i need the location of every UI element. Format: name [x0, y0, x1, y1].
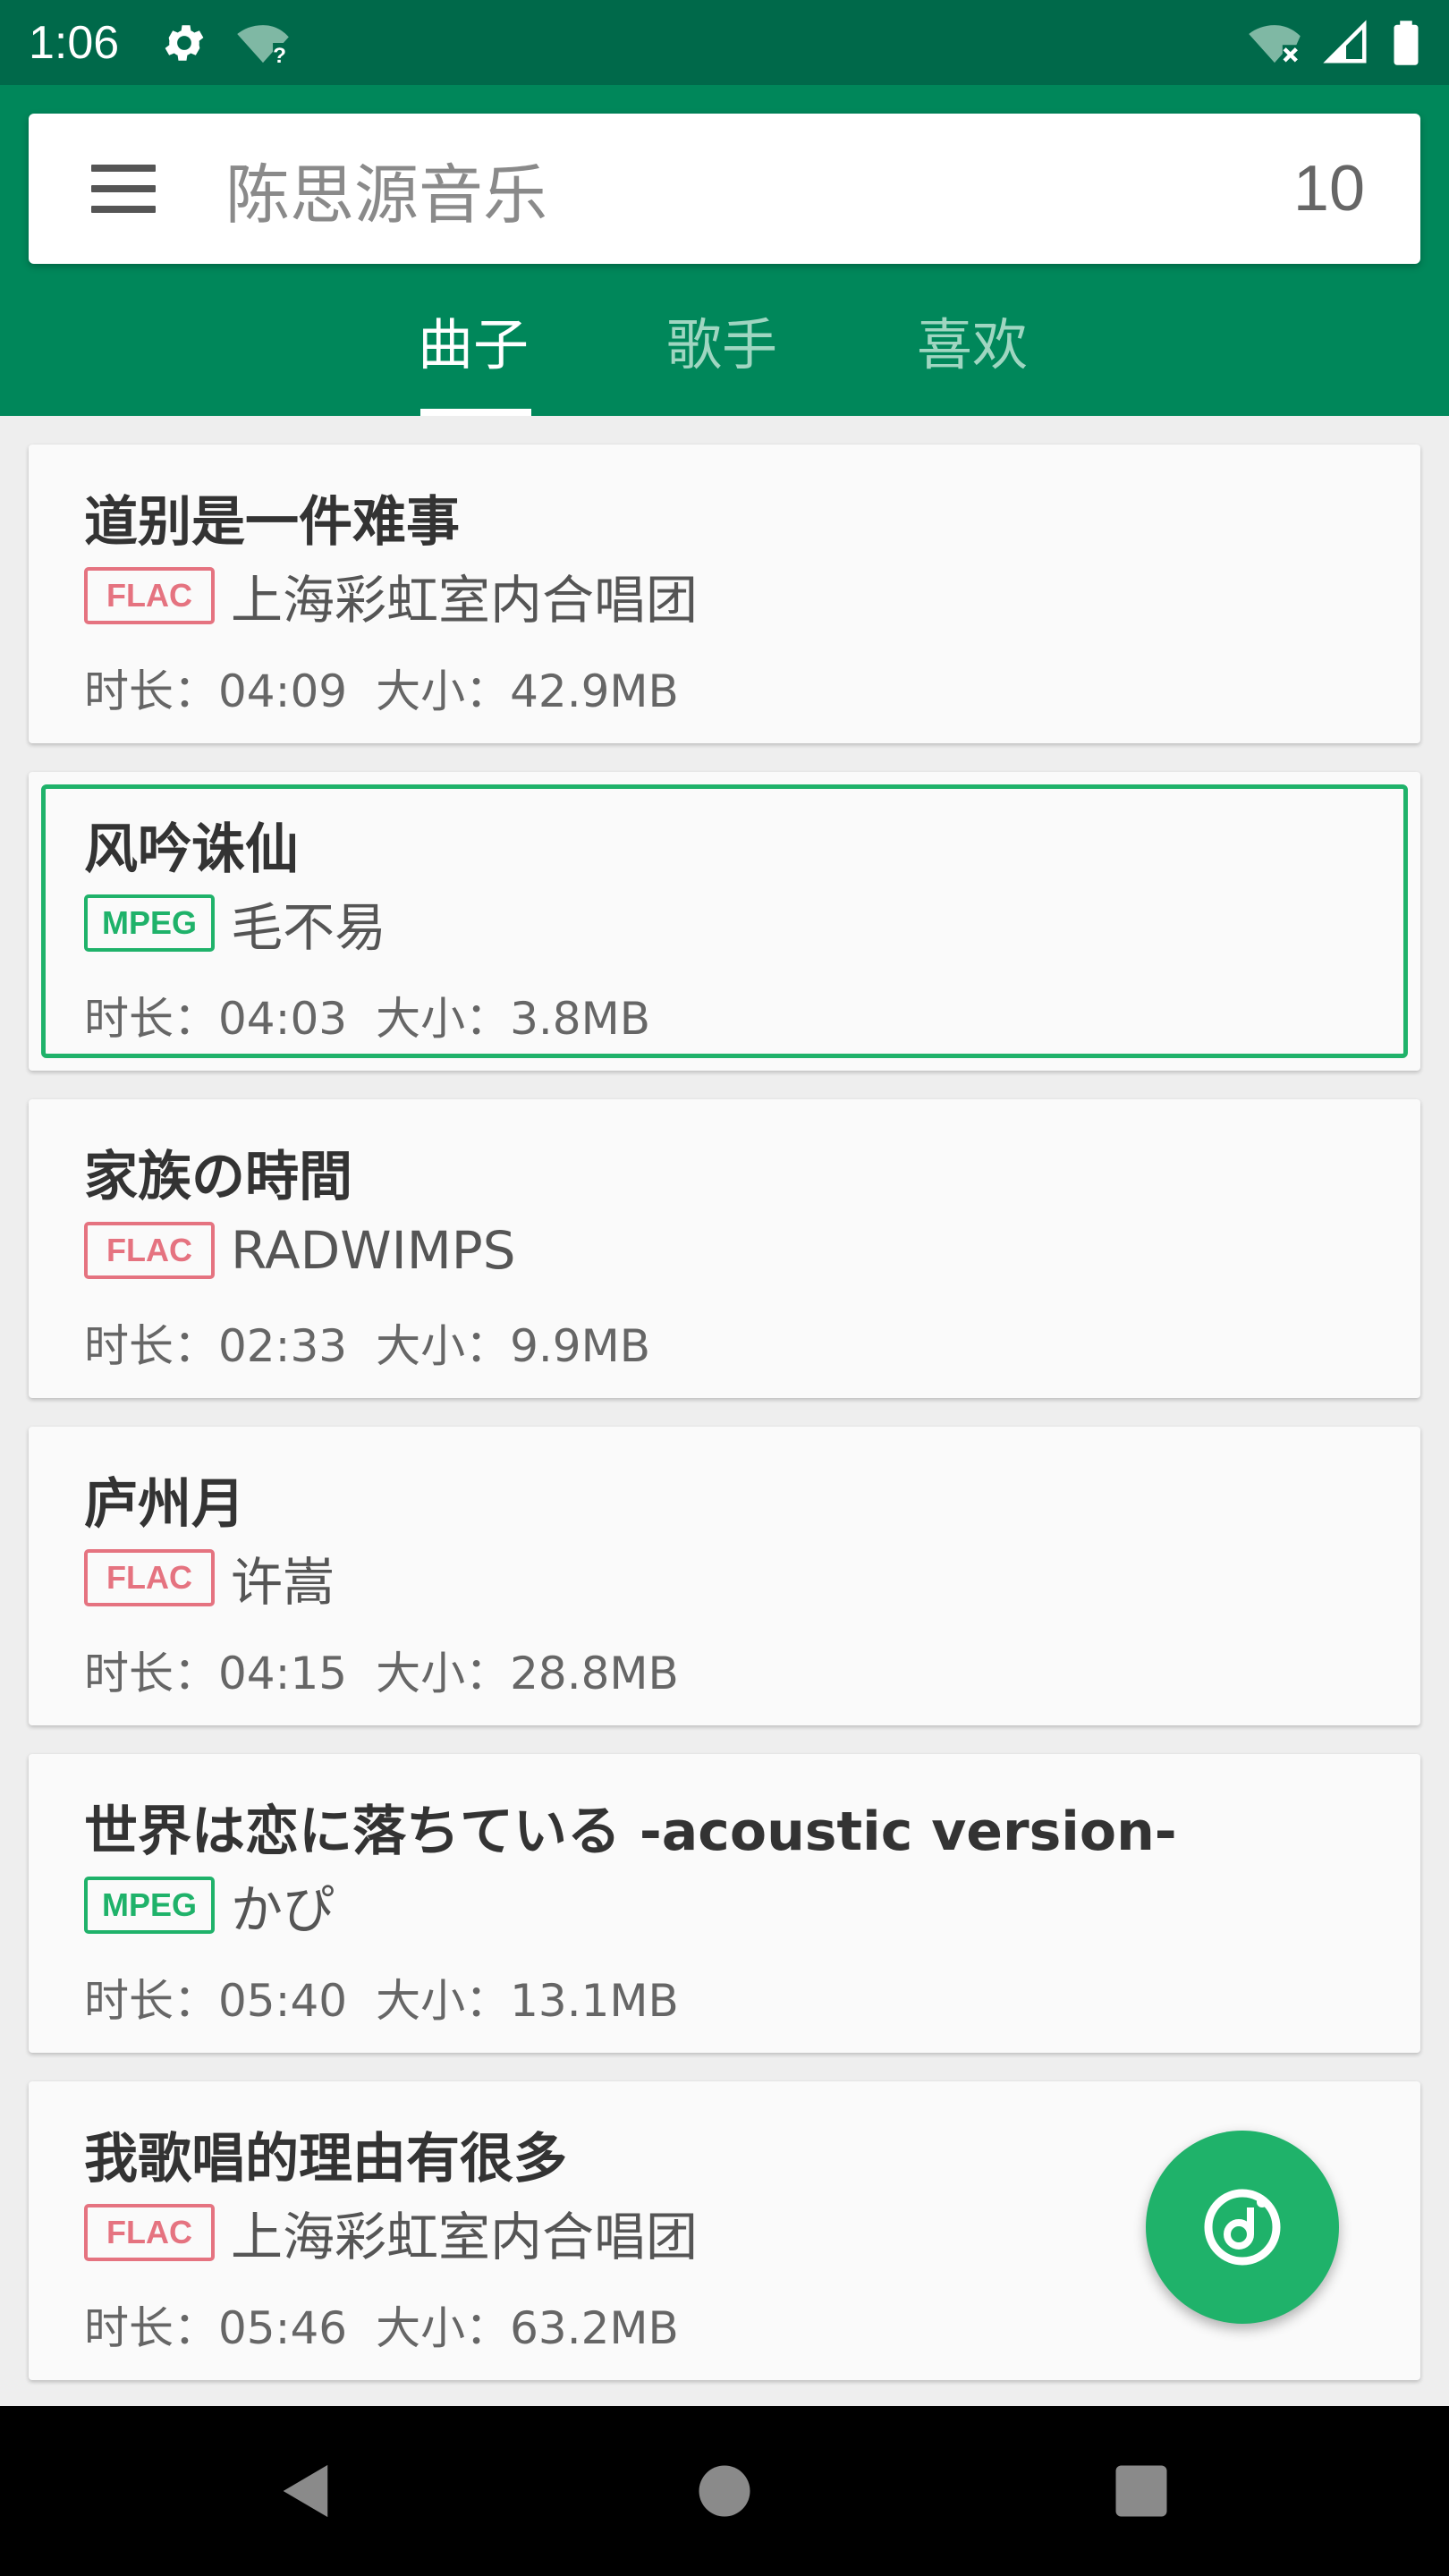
song-card-selected[interactable]: 风吟诛仙 MPEG 毛不易 时长：04:03 大小：3.8MB	[29, 772, 1420, 1071]
song-duration: 时长：04:15	[84, 1648, 348, 1699]
format-badge: FLAC	[84, 1549, 215, 1606]
tab-favorites[interactable]: 喜欢	[916, 264, 1029, 416]
format-badge: MPEG	[84, 894, 216, 952]
song-artist: 上海彩虹室内合唱团	[231, 2207, 699, 2267]
song-card[interactable]: 道别是一件难事 FLAC 上海彩虹室内合唱团 时长：04:09 大小：42.9MB	[29, 445, 1420, 743]
recents-icon[interactable]	[1061, 2406, 1222, 2576]
battery-icon	[1394, 20, 1419, 65]
song-artist: かぴ	[231, 1879, 335, 1940]
song-duration: 时长：05:46	[84, 2302, 348, 2354]
song-size: 大小：3.8MB	[376, 993, 651, 1045]
song-card[interactable]: 庐州月 FLAC 许嵩 时长：04:15 大小：28.8MB	[29, 1427, 1420, 1725]
wifi-question-icon: ?	[237, 24, 290, 67]
song-card[interactable]: 家族の時間 FLAC RADWIMPS 时长：02:33 大小：9.9MB	[29, 1099, 1420, 1398]
song-size: 大小：13.1MB	[376, 1975, 679, 2027]
song-duration: 时长：02:33	[84, 1320, 348, 1372]
song-size: 大小：9.9MB	[376, 1320, 651, 1372]
svg-text:?: ?	[273, 44, 286, 67]
song-artist: 毛不易	[231, 897, 387, 958]
status-bar: 1:06 ?	[0, 0, 1449, 85]
settings-icon	[165, 24, 204, 61]
signal-icon	[1323, 19, 1367, 63]
navigation-bar	[0, 2406, 1449, 2576]
song-artist: RADWIMPS	[231, 1220, 516, 1281]
song-size: 大小：42.9MB	[376, 665, 679, 717]
title-card: 陈思源音乐 10	[29, 114, 1420, 264]
song-title: 庐州月	[84, 1473, 245, 1536]
format-badge: FLAC	[84, 567, 215, 624]
song-artist: 许嵩	[231, 1552, 335, 1613]
song-card[interactable]: 世界は恋に落ちている -acoustic version- MPEG かぴ 时长…	[29, 1754, 1420, 2053]
song-title: 家族の時間	[84, 1146, 352, 1208]
song-duration: 时长：05:40	[84, 1975, 348, 2027]
play-music-button[interactable]	[1146, 2131, 1339, 2324]
status-time: 1:06	[29, 16, 120, 69]
back-icon[interactable]	[224, 2406, 385, 2576]
song-title: 风吟诛仙	[84, 818, 299, 881]
tab-bar: 曲子 歌手 喜欢	[0, 264, 1449, 416]
format-badge: MPEG	[84, 1877, 216, 1934]
song-count: 10	[1292, 153, 1365, 225]
music-note-icon	[1204, 2189, 1281, 2266]
song-duration: 时长：04:03	[84, 993, 348, 1045]
song-artist: 上海彩虹室内合唱团	[231, 570, 699, 631]
song-size: 大小：63.2MB	[376, 2302, 679, 2354]
menu-icon[interactable]	[91, 165, 156, 213]
format-badge: FLAC	[84, 1222, 215, 1279]
app-bar: 陈思源音乐 10 曲子 歌手 喜欢	[0, 85, 1449, 416]
tab-songs[interactable]: 曲子	[417, 264, 530, 416]
song-title: 世界は恋に落ちている -acoustic version-	[84, 1801, 1177, 1863]
song-title: 道别是一件难事	[84, 491, 460, 554]
format-badge: FLAC	[84, 2204, 215, 2261]
song-size: 大小：28.8MB	[376, 1648, 679, 1699]
song-title: 我歌唱的理由有很多	[84, 2128, 567, 2190]
tab-artists[interactable]: 歌手	[665, 264, 778, 416]
wifi-x-icon	[1249, 24, 1301, 63]
tab-indicator	[420, 409, 531, 416]
song-duration: 时长：04:09	[84, 665, 348, 717]
app-title: 陈思源音乐	[225, 157, 548, 233]
home-icon[interactable]	[644, 2406, 805, 2576]
